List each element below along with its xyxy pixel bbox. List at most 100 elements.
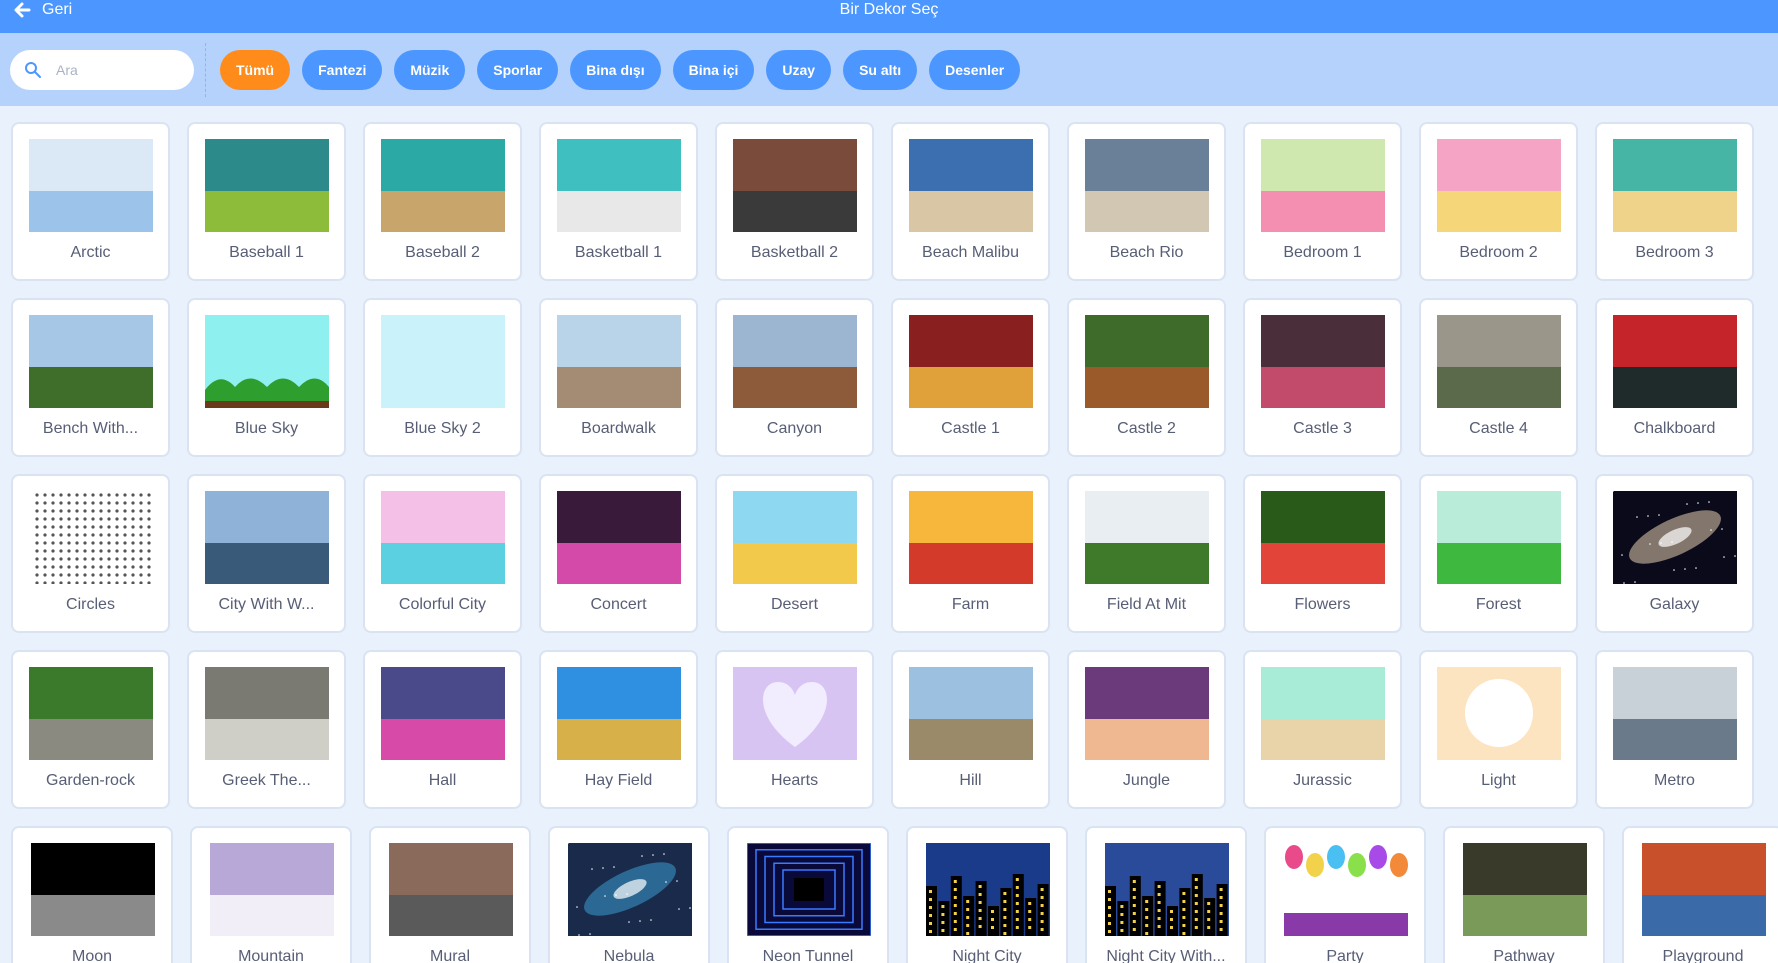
backdrop-card[interactable]: Neon Tunnel: [727, 826, 889, 963]
backdrop-card[interactable]: Circles: [11, 474, 170, 633]
backdrop-card[interactable]: Jurassic: [1243, 650, 1402, 809]
castle-forest-thumbnail: [1085, 315, 1209, 408]
backdrop-name: Jungle: [1122, 772, 1171, 789]
backdrop-card[interactable]: Castle 2: [1067, 298, 1226, 457]
backdrop-card[interactable]: Castle 1: [891, 298, 1050, 457]
neon-tunnel-thumbnail: [747, 843, 871, 936]
backdrop-card[interactable]: Flowers: [1243, 474, 1402, 633]
backdrop-card[interactable]: Pathway: [1443, 826, 1605, 963]
tag-list: Tümü Fantezi Müzik Sporlar Bina dışı Bina içi…: [220, 50, 1021, 90]
backdrop-name: Greek The...: [222, 772, 311, 789]
backdrop-card[interactable]: Moon: [11, 826, 173, 963]
backdrop-card[interactable]: Canyon: [715, 298, 874, 457]
backdrop-card[interactable]: Hill: [891, 650, 1050, 809]
city-water-thumbnail: [205, 491, 329, 584]
backdrop-row: Garden-rock Greek The... Hall Hay Field Hear…: [11, 650, 1771, 809]
night-city-thumbnail: [1105, 843, 1229, 936]
castle-door-thumbnail: [909, 315, 1033, 408]
backdrop-card[interactable]: Colorful City: [363, 474, 522, 633]
beach-thumbnail: [909, 139, 1033, 232]
backdrop-card[interactable]: Hearts: [715, 650, 874, 809]
backdrop-card[interactable]: Basketball 1: [539, 122, 698, 281]
search-input[interactable]: [56, 62, 186, 78]
backdrop-name: Flowers: [1294, 596, 1351, 613]
tag-button[interactable]: Uzay: [766, 50, 832, 90]
hall-thumbnail: [381, 667, 505, 760]
page-title: Bir Dekor Seç: [839, 1, 939, 18]
backdrop-card[interactable]: Beach Rio: [1067, 122, 1226, 281]
backdrop-card[interactable]: Concert: [539, 474, 698, 633]
backdrop-row: Bench With... Blue Sky Blue Sky 2 Boardwalk…: [11, 298, 1771, 457]
backdrop-card[interactable]: Night City: [906, 826, 1068, 963]
backdrop-card[interactable]: Jungle: [1067, 650, 1226, 809]
backdrop-card[interactable]: City With W...: [187, 474, 346, 633]
backdrop-name: Field At Mit: [1106, 596, 1187, 613]
backdrop-card[interactable]: Desert: [715, 474, 874, 633]
backdrop-card[interactable]: Farm: [891, 474, 1050, 633]
backdrop-card[interactable]: Night City With...: [1085, 826, 1247, 963]
backdrop-card[interactable]: Castle 4: [1419, 298, 1578, 457]
backdrop-card[interactable]: Party: [1264, 826, 1426, 963]
backdrop-card[interactable]: Hay Field: [539, 650, 698, 809]
tag-button[interactable]: Tümü: [220, 50, 291, 90]
backdrop-card[interactable]: Hall: [363, 650, 522, 809]
tag-button[interactable]: Desenler: [929, 50, 1021, 90]
tag-button[interactable]: Bina içi: [672, 50, 755, 90]
backdrop-card[interactable]: Blue Sky: [187, 298, 346, 457]
backdrop-row: Moon Mountain Mural Nebula Neon Tunnel Night …: [11, 826, 1778, 963]
concert-stage-thumbnail: [557, 491, 681, 584]
backdrop-card[interactable]: Bench With...: [11, 298, 170, 457]
bedroom-thumbnail: [1261, 139, 1385, 232]
greek-theater-thumbnail: [205, 667, 329, 760]
backdrop-card[interactable]: Castle 3: [1243, 298, 1402, 457]
boardwalk-thumbnail: [557, 315, 681, 408]
backdrop-card[interactable]: Baseball 2: [363, 122, 522, 281]
bedroom-thumbnail: [1613, 139, 1737, 232]
backdrop-name: Baseball 2: [405, 244, 480, 261]
backdrop-card[interactable]: Bedroom 3: [1595, 122, 1754, 281]
beach-mountain-thumbnail: [1085, 139, 1209, 232]
castle-ruin-thumbnail: [1437, 315, 1561, 408]
backdrop-card[interactable]: Boardwalk: [539, 298, 698, 457]
backdrop-card[interactable]: Metro: [1595, 650, 1754, 809]
backdrop-name: Bench With...: [42, 420, 139, 437]
backdrop-card[interactable]: Nebula: [548, 826, 710, 963]
backdrop-card[interactable]: Beach Malibu: [891, 122, 1050, 281]
tag-button[interactable]: Müzik: [394, 50, 466, 90]
tag-button[interactable]: Bina dışı: [570, 50, 661, 90]
backdrop-card[interactable]: Chalkboard: [1595, 298, 1754, 457]
backdrop-card[interactable]: Bedroom 2: [1419, 122, 1578, 281]
backdrop-name: Arctic: [70, 244, 111, 261]
playground-thumbnail: [1642, 843, 1766, 936]
backdrop-card[interactable]: Light: [1419, 650, 1578, 809]
backdrop-card[interactable]: Baseball 1: [187, 122, 346, 281]
tag-button[interactable]: Fantezi: [302, 50, 383, 90]
backdrop-card[interactable]: Blue Sky 2: [363, 298, 522, 457]
building-field-thumbnail: [1085, 491, 1209, 584]
search-box[interactable]: [10, 50, 194, 90]
backdrop-card[interactable]: Mural: [369, 826, 531, 963]
backdrop-card[interactable]: Basketball 2: [715, 122, 874, 281]
hill-thumbnail: [909, 667, 1033, 760]
backdrop-name: Pathway: [1493, 948, 1555, 963]
backdrop-card[interactable]: Field At Mit: [1067, 474, 1226, 633]
backdrop-card[interactable]: Forest: [1419, 474, 1578, 633]
backdrop-name: Desert: [770, 596, 819, 613]
backdrop-name: Moon: [71, 948, 113, 963]
forest-thumbnail: [1437, 491, 1561, 584]
backdrop-card[interactable]: Bedroom 1: [1243, 122, 1402, 281]
backdrop-name: Bedroom 1: [1283, 244, 1362, 261]
pathway-thumbnail: [1463, 843, 1587, 936]
backdrop-card[interactable]: Playground: [1622, 826, 1778, 963]
backdrop-card[interactable]: Mountain: [190, 826, 352, 963]
castle-hall-thumbnail: [1261, 315, 1385, 408]
backdrop-card[interactable]: Arctic: [11, 122, 170, 281]
tag-button[interactable]: Su altı: [843, 50, 918, 90]
backdrop-card[interactable]: Garden-rock: [11, 650, 170, 809]
blue-sky-thumbnail: [205, 315, 329, 408]
backdrop-card[interactable]: Greek The...: [187, 650, 346, 809]
jurassic-thumbnail: [1261, 667, 1385, 760]
backdrop-card[interactable]: Galaxy: [1595, 474, 1754, 633]
tag-button[interactable]: Sporlar: [477, 50, 559, 90]
backdrop-name: Forest: [1475, 596, 1522, 613]
